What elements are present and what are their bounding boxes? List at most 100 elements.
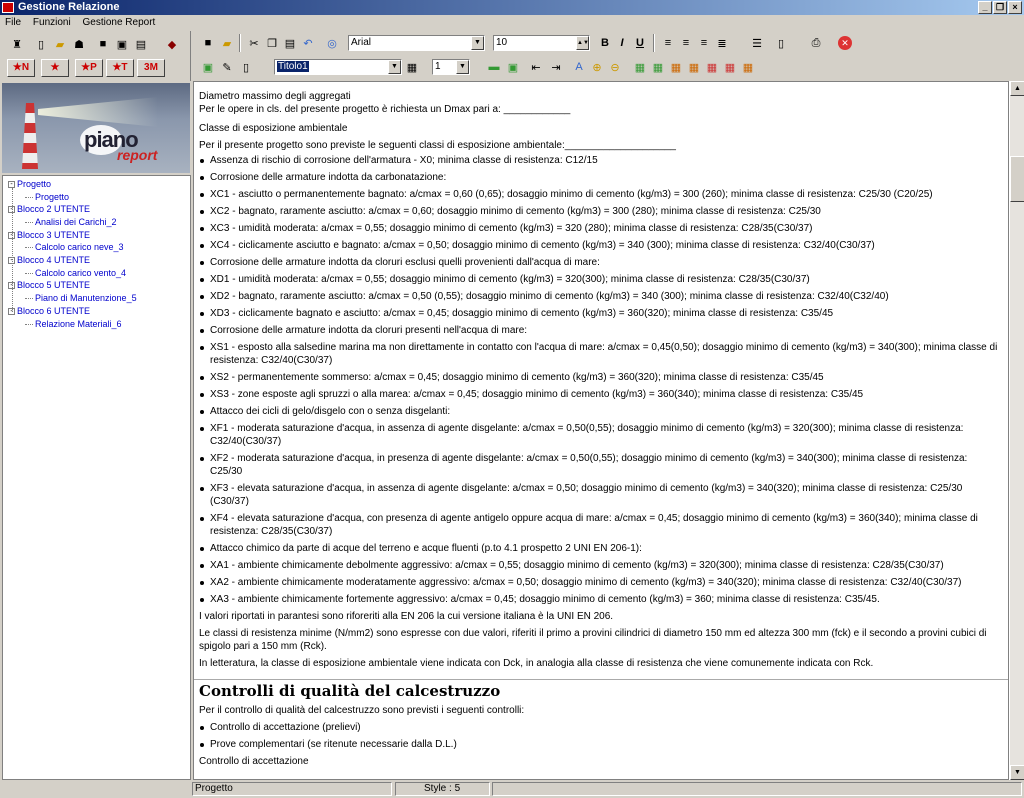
bullet-item: XF2 - moderata saturazione d'acqua, in p…: [199, 452, 1000, 478]
paragraph: I valori riportati in parantesi sono rif…: [199, 611, 614, 622]
bullet-item: XC3 - umidità moderata: a/cmax = 0,55; d…: [199, 222, 1000, 235]
menu-gestione-report[interactable]: Gestione Report: [83, 17, 156, 28]
indent-icon[interactable]: ⇥: [547, 58, 565, 76]
italic-icon[interactable]: I: [613, 34, 631, 52]
block-p-button[interactable]: ★P: [75, 59, 103, 77]
tree-leaf[interactable]: Calcolo carico neve_3: [25, 242, 124, 252]
bold-icon[interactable]: B: [596, 34, 614, 52]
paragraph: In letteratura, la classe di esposizione…: [199, 658, 874, 669]
scroll-up-button[interactable]: ▲: [1010, 81, 1024, 96]
tree-leaf[interactable]: Progetto: [25, 192, 69, 202]
save-icon[interactable]: ■: [199, 34, 217, 52]
outdent-icon[interactable]: ⇤: [527, 58, 545, 76]
menu-file[interactable]: File: [5, 17, 21, 28]
open-icon[interactable]: ▰: [51, 35, 69, 53]
open-icon[interactable]: ▰: [218, 34, 236, 52]
font-color-icon[interactable]: A: [570, 58, 588, 76]
bullet-item: Assenza di rischio di corrosione dell'ar…: [199, 154, 1000, 167]
paragraph-style-select[interactable]: Titolo1 ▼: [274, 59, 402, 75]
page-icon[interactable]: ▯: [772, 34, 790, 52]
bullet-item: XA3 - ambiente chimicamente fortemente a…: [199, 593, 1000, 606]
tree-node[interactable]: - Blocco 4 UTENTE: [8, 255, 90, 265]
bullet-item: XC1 - asciutto o permanentemente bagnato…: [199, 188, 1000, 201]
paragraph: Le classi di resistenza minime (N/mm2) s…: [199, 628, 987, 652]
bullet-item: XD3 - ciclicamente bagnato e asciutto: a…: [199, 307, 1000, 320]
tree-leaf[interactable]: Relazione Materiali_6: [25, 319, 122, 329]
bullet-item: Corrosione delle armature indotta da clo…: [199, 256, 1000, 269]
tree-node[interactable]: - Blocco 5 UTENTE: [8, 280, 90, 290]
book-icon[interactable]: ◆: [163, 35, 181, 53]
zoom-out-icon[interactable]: ⊖: [606, 58, 624, 76]
bullet-item: Controllo di accettazione (prelievi): [199, 721, 1000, 734]
paragraph: Per il controllo di qualità del calcestr…: [199, 705, 525, 716]
block-3m-button[interactable]: 3M: [137, 59, 165, 77]
cut-icon[interactable]: ✂: [245, 34, 263, 52]
table-delete-icon[interactable]: ▦: [667, 58, 685, 76]
new-icon[interactable]: ▯: [32, 35, 50, 53]
table-icon[interactable]: ▦: [631, 58, 649, 76]
table-merge-icon[interactable]: ▦: [721, 58, 739, 76]
bullet-item: XF3 - elevata saturazione d'acqua, in as…: [199, 482, 1000, 508]
image-icon[interactable]: ▬: [485, 58, 503, 76]
style-apply-icon[interactable]: ▦: [403, 58, 421, 76]
window-title: Gestione Relazione: [18, 1, 120, 13]
project-tree: - Progetto Progetto - Blocco 2 UTENTE Anal…: [2, 175, 191, 780]
menu-bar: File Funzioni Gestione Report: [0, 15, 1024, 30]
paste-icon[interactable]: ▤: [281, 34, 299, 52]
block-t-button[interactable]: ★T: [106, 59, 134, 77]
restore-button[interactable]: ❐: [993, 1, 1007, 14]
tree-node[interactable]: - Progetto: [8, 179, 51, 189]
save-icon[interactable]: ■: [94, 35, 112, 53]
section-heading: Controlli di qualità del calcestruzzo: [199, 682, 501, 700]
underline-icon[interactable]: U: [631, 34, 649, 52]
table-col-icon[interactable]: ▦: [703, 58, 721, 76]
edit-icon[interactable]: ✎: [218, 58, 236, 76]
tree-node[interactable]: - Blocco 6 UTENTE: [8, 306, 90, 316]
stop-icon[interactable]: ✕: [838, 36, 852, 50]
table-row-icon[interactable]: ▦: [685, 58, 703, 76]
save-all-icon[interactable]: ▣: [113, 35, 131, 53]
document-editor[interactable]: Diametro massimo degli aggregati Per le o…: [193, 81, 1009, 780]
bullets-icon[interactable]: ☰: [748, 34, 766, 52]
doc-icon[interactable]: ▯: [237, 58, 255, 76]
page-break: [194, 679, 1008, 680]
align-left-icon[interactable]: ≡: [659, 34, 677, 52]
tree-node[interactable]: - Blocco 3 UTENTE: [8, 230, 90, 240]
menu-funzioni[interactable]: Funzioni: [33, 17, 71, 28]
users-icon[interactable]: ☗: [70, 35, 88, 53]
scroll-down-button[interactable]: ▼: [1010, 765, 1024, 780]
insert-icon[interactable]: ▣: [199, 58, 217, 76]
block-star-button[interactable]: ★: [41, 59, 69, 77]
add-icon[interactable]: ▣: [504, 58, 522, 76]
bullet-item: Attacco chimico da parte di acque del te…: [199, 542, 1000, 555]
font-select[interactable]: Arial ▼: [348, 35, 485, 51]
font-size-select[interactable]: 10 ▲▼: [493, 35, 590, 51]
close-button[interactable]: ×: [1008, 1, 1022, 14]
bullet-item: XF4 - elevata saturazione d'acqua, con p…: [199, 512, 1000, 538]
scroll-thumb[interactable]: [1010, 156, 1024, 202]
settings-icon[interactable]: ▤: [132, 35, 150, 53]
bullet-item: XA2 - ambiente chimicamente moderatament…: [199, 576, 1000, 589]
undo-icon[interactable]: ↶: [299, 34, 317, 52]
table-split-icon[interactable]: ▦: [739, 58, 757, 76]
find-icon[interactable]: ◎: [323, 34, 341, 52]
print-icon[interactable]: ⎙: [807, 34, 825, 52]
tool-icon[interactable]: ♜: [8, 35, 26, 53]
block-n-button[interactable]: ★N: [7, 59, 35, 77]
vertical-scrollbar[interactable]: ▲ ▼: [1009, 81, 1024, 780]
tree-leaf[interactable]: Calcolo carico vento_4: [25, 268, 126, 278]
tree-node[interactable]: - Blocco 2 UTENTE: [8, 204, 90, 214]
align-right-icon[interactable]: ≡: [695, 34, 713, 52]
paragraph: Controllo di accettazione: [199, 756, 309, 767]
copy-icon[interactable]: ❐: [263, 34, 281, 52]
zoom-in-icon[interactable]: ⊕: [588, 58, 606, 76]
minimize-button[interactable]: _: [978, 1, 992, 14]
tree-leaf[interactable]: Analisi dei Carichi_2: [25, 217, 117, 227]
justify-icon[interactable]: ≣: [713, 34, 731, 52]
status-section: Progetto: [192, 782, 392, 796]
tree-leaf[interactable]: Piano di Manutenzione_5: [25, 293, 137, 303]
table-insert-icon[interactable]: ▦: [649, 58, 667, 76]
level-select[interactable]: 1 ▼: [432, 59, 470, 75]
align-center-icon[interactable]: ≡: [677, 34, 695, 52]
bullet-item: XS3 - zone esposte agli spruzzi o alla m…: [199, 388, 1000, 401]
